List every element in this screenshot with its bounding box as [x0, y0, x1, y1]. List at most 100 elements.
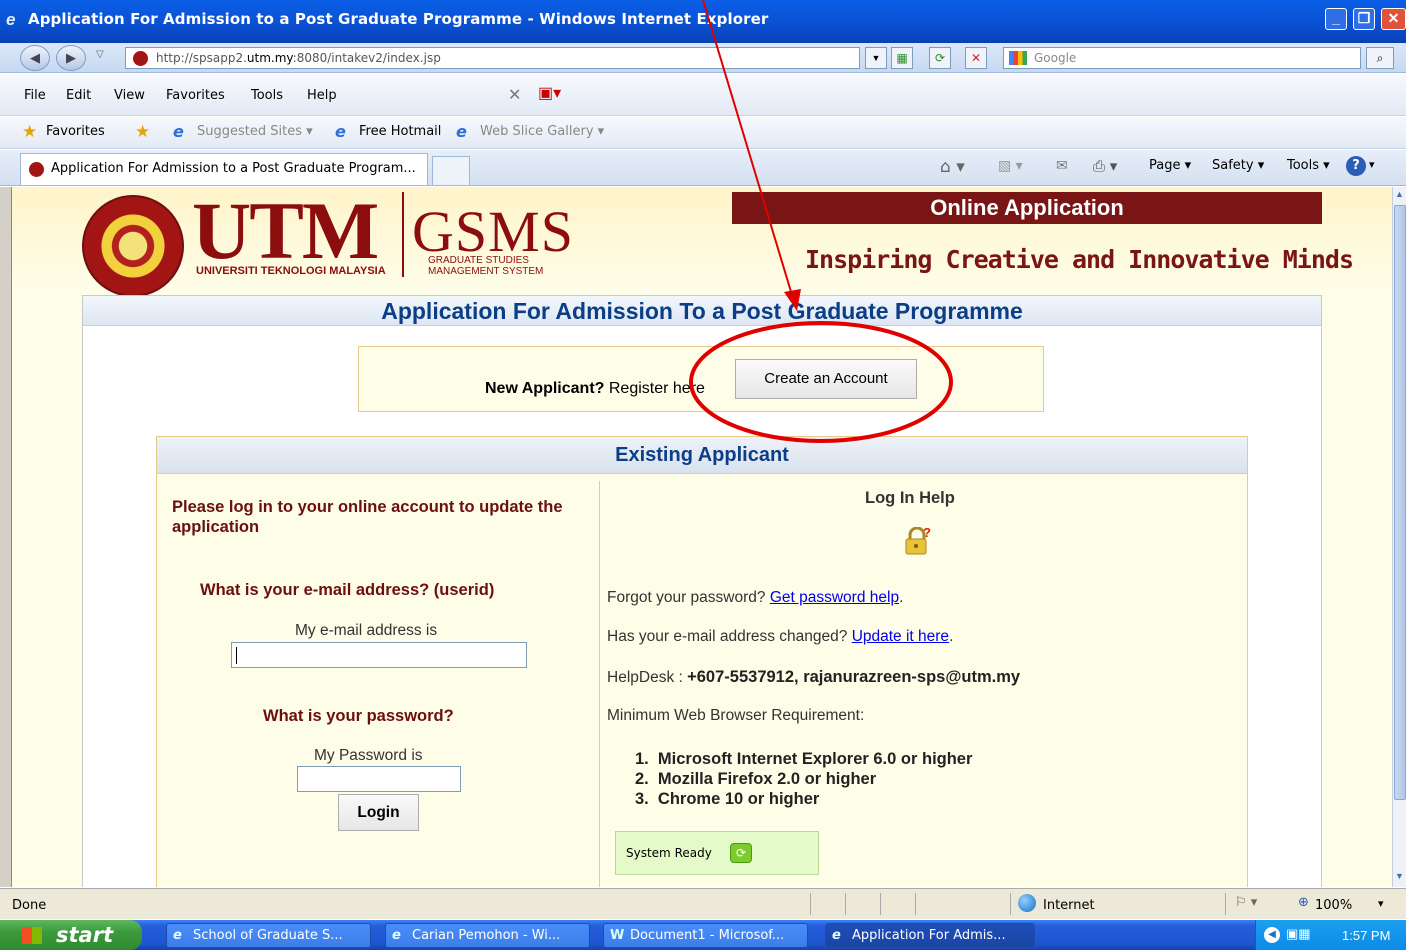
- system-ready-box: System Ready ⟳: [615, 831, 819, 875]
- login-help-title: Log In Help: [865, 489, 955, 507]
- taskbar-item[interactable]: e School of Graduate S...: [166, 923, 371, 948]
- zoom-icon[interactable]: ⊕: [1298, 895, 1309, 910]
- add-favorite-icon[interactable]: ★: [135, 122, 150, 142]
- windows-taskbar: start e School of Graduate S... e Carian…: [0, 920, 1406, 950]
- help-dropdown-icon[interactable]: ▾: [1369, 158, 1375, 171]
- list-item: 1. Microsoft Internet Explorer 6.0 or hi…: [635, 750, 973, 768]
- status-text: Done: [12, 898, 47, 913]
- utm-logo-subtitle: UNIVERSITI TEKNOLOGI MALAYSIA: [196, 265, 386, 277]
- page-content: UTM UNIVERSITI TEKNOLOGI MALAYSIA GSMS G…: [12, 187, 1392, 887]
- gsms-logo-subtitle: GRADUATE STUDIES MANAGEMENT SYSTEM: [428, 255, 543, 277]
- tab-favicon-icon: [29, 162, 44, 177]
- login-button[interactable]: Login: [338, 794, 419, 831]
- password-field[interactable]: [297, 766, 461, 792]
- menu-view[interactable]: View: [114, 88, 145, 103]
- feeds-icon[interactable]: ▧ ▾: [998, 158, 1023, 174]
- menu-edit[interactable]: Edit: [66, 88, 91, 103]
- history-dropdown-icon[interactable]: ▽: [96, 49, 104, 60]
- email-changed-line: Has your e-mail address changed? Update …: [607, 628, 954, 645]
- address-dropdown-button[interactable]: ▼: [865, 47, 887, 69]
- favorite-free-hotmail[interactable]: Free Hotmail: [359, 124, 441, 139]
- lock-help-icon: ?: [905, 527, 931, 555]
- email-label: My e-mail address is: [295, 622, 438, 639]
- start-button[interactable]: start: [0, 920, 142, 950]
- gsms-subtitle-line1: GRADUATE STUDIES: [428, 255, 529, 266]
- google-logo-icon: [1009, 51, 1027, 65]
- taskbar-item-label: School of Graduate S...: [193, 928, 343, 943]
- favorite-web-slice-gallery[interactable]: Web Slice Gallery ▾: [480, 124, 604, 139]
- ie-page-icon: e: [173, 122, 184, 141]
- svg-text:?: ?: [923, 527, 931, 540]
- new-tab-button[interactable]: [432, 156, 470, 185]
- status-divider: [880, 893, 881, 915]
- pdf-toolbar-icon[interactable]: ▣▾: [538, 83, 561, 103]
- tab-active[interactable]: Application For Admission to a Post Grad…: [20, 153, 428, 185]
- tagline: Inspiring Creative and Innovative Minds: [805, 245, 1354, 274]
- ie-page-icon: e: [335, 122, 346, 141]
- favorites-button[interactable]: Favorites: [46, 124, 105, 139]
- window-title-bar: e Application For Admission to a Post Gr…: [0, 0, 1406, 43]
- utm-seal-logo: [82, 195, 184, 297]
- forgot-password-text: Forgot your password?: [607, 589, 770, 606]
- word-app-icon: W: [610, 928, 625, 943]
- get-password-help-link[interactable]: Get password help: [770, 589, 899, 606]
- menu-tools[interactable]: Tools: [251, 88, 283, 103]
- taskbar-item[interactable]: W Document1 - Microsof...: [603, 923, 808, 948]
- read-mail-icon[interactable]: ✉: [1056, 158, 1068, 174]
- close-button[interactable]: ✕: [1381, 8, 1406, 30]
- zoom-dropdown-icon[interactable]: ▾: [1378, 897, 1384, 910]
- taskbar-item[interactable]: e Carian Pemohon - Wi...: [385, 923, 590, 948]
- stop-button[interactable]: ✕: [965, 47, 987, 69]
- compatibility-view-icon[interactable]: ▦: [891, 47, 913, 69]
- ie-app-icon: e: [832, 928, 841, 943]
- helpdesk-contact: +607-5537912, rajanurazreen-sps@utm.my: [687, 668, 1021, 686]
- create-account-button[interactable]: Create an Account: [735, 359, 917, 399]
- scrollbar-thumb[interactable]: [1394, 205, 1406, 800]
- tools-menu[interactable]: Tools ▾: [1287, 158, 1330, 173]
- zoom-level[interactable]: 100%: [1315, 898, 1352, 913]
- url-suffix: :8080/intakev2/index.jsp: [292, 51, 441, 65]
- refresh-button[interactable]: ⟳: [929, 47, 951, 69]
- status-divider: [1010, 893, 1011, 915]
- tray-arrow-icon[interactable]: ◀: [1264, 927, 1280, 943]
- ie-logo-icon: e: [6, 10, 16, 29]
- password-label: My Password is: [314, 747, 423, 764]
- menu-file[interactable]: File: [24, 88, 46, 103]
- clock[interactable]: 1:57 PM: [1342, 928, 1390, 943]
- scroll-down-icon[interactable]: ▼: [1395, 871, 1404, 881]
- email-changed-text: Has your e-mail address changed?: [607, 628, 852, 645]
- favorites-star-icon: ★: [22, 122, 38, 142]
- update-email-link[interactable]: Update it here: [852, 628, 949, 645]
- home-icon[interactable]: ⌂ ▾: [940, 157, 965, 177]
- window-left-border: [0, 187, 12, 887]
- password-question: What is your password?: [263, 707, 454, 725]
- helpdesk-line: HelpDesk : +607-5537912, rajanurazreen-s…: [607, 668, 1020, 687]
- network-icon[interactable]: ▣▦: [1286, 926, 1311, 942]
- new-applicant-box: New Applicant? Register here Create an A…: [358, 346, 1044, 412]
- text-cursor: [236, 647, 237, 664]
- start-label: start: [56, 923, 114, 947]
- search-button[interactable]: ⌕: [1366, 47, 1394, 69]
- internet-globe-icon: [1018, 894, 1036, 912]
- email-field[interactable]: [231, 642, 527, 668]
- back-button[interactable]: ◀: [20, 45, 50, 71]
- new-applicant-text: New Applicant? Register here: [485, 380, 705, 398]
- forward-button[interactable]: ▶: [56, 45, 86, 71]
- protected-mode-icon[interactable]: ⚐ ▾: [1235, 895, 1257, 910]
- safety-menu[interactable]: Safety ▾: [1212, 158, 1264, 173]
- menu-favorites[interactable]: Favorites: [166, 88, 225, 103]
- favorite-suggested-sites[interactable]: Suggested Sites ▾: [197, 124, 313, 139]
- status-divider: [845, 893, 846, 915]
- minimize-button[interactable]: _: [1325, 8, 1347, 30]
- help-icon[interactable]: ?: [1346, 156, 1366, 176]
- taskbar-item[interactable]: e Application For Admis...: [825, 923, 1035, 948]
- page-menu[interactable]: Page ▾: [1149, 158, 1191, 173]
- print-icon[interactable]: ⎙ ▾: [1093, 157, 1117, 175]
- scroll-up-icon[interactable]: ▲: [1395, 189, 1404, 199]
- address-input[interactable]: http://spsapp2.utm.my:8080/intakev2/inde…: [125, 47, 860, 69]
- maximize-button[interactable]: ❐: [1353, 8, 1375, 30]
- search-input[interactable]: Google: [1003, 47, 1361, 69]
- favorites-bar: ★ Favorites ★ e Suggested Sites ▾ e Free…: [0, 117, 1406, 149]
- close-toolbar-icon[interactable]: ✕: [508, 85, 521, 105]
- menu-help[interactable]: Help: [307, 88, 337, 103]
